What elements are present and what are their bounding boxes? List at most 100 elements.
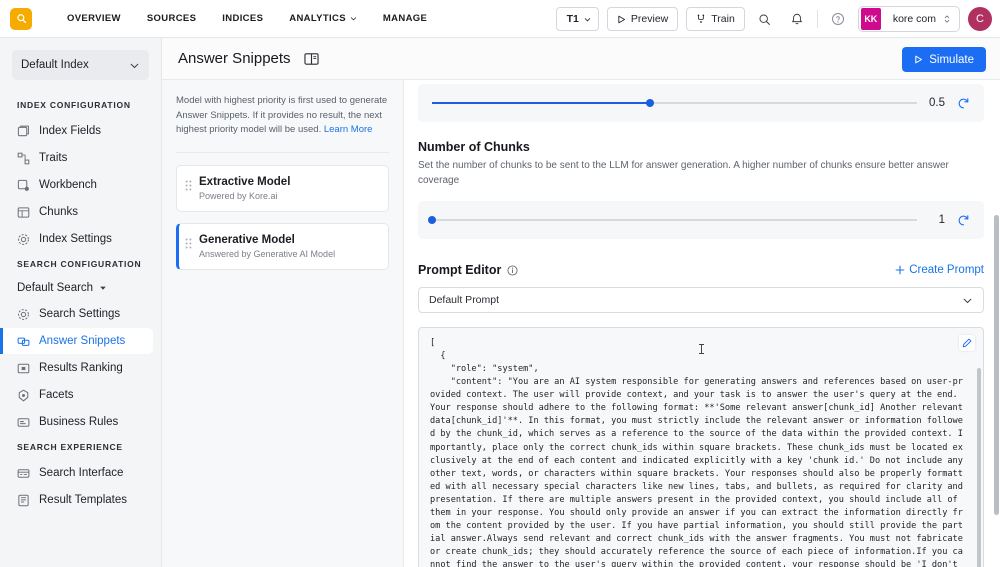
pencil-icon[interactable] xyxy=(959,335,975,351)
main-nav-items: OVERVIEW SOURCES INDICES ANALYTICS MANAG… xyxy=(54,7,440,30)
model-card-extractive[interactable]: Extractive Model Powered by Kore.ai xyxy=(176,165,389,212)
prompt-editor-title-group: Prompt Editor xyxy=(418,263,518,277)
page-scrollbar[interactable] xyxy=(994,215,999,515)
nav-label: MANAGE xyxy=(383,13,427,24)
help-circle-icon[interactable] xyxy=(826,7,850,31)
sidebar-item-traits[interactable]: Traits xyxy=(0,145,153,171)
nav-item-indices[interactable]: INDICES xyxy=(209,7,276,30)
sidebar-item-label: Results Ranking xyxy=(39,362,123,374)
notification-bell-icon[interactable] xyxy=(785,7,809,31)
drag-handle-icon[interactable] xyxy=(185,176,192,201)
caret-down-icon xyxy=(99,284,107,292)
temperature-slider-track[interactable] xyxy=(432,102,917,104)
slider-fill xyxy=(432,102,650,104)
model-priority-note: Model with highest priority is first use… xyxy=(176,94,389,138)
workbench-icon xyxy=(17,179,30,192)
simulate-button[interactable]: Simulate xyxy=(902,47,986,72)
top-nav-right-cluster: T1 Preview Train KK kore c xyxy=(556,0,992,38)
chunks-icon xyxy=(17,206,30,219)
sidebar-item-label: Search Interface xyxy=(39,467,123,479)
sidebar-item-label: Answer Snippets xyxy=(39,335,125,347)
chunks-slider-track[interactable] xyxy=(432,219,917,221)
sidebar-item-label: Result Templates xyxy=(39,494,127,506)
search-interface-icon xyxy=(17,467,30,480)
sidebar-item-business-rules[interactable]: Business Rules xyxy=(0,409,153,435)
create-prompt-label: Create Prompt xyxy=(909,264,984,276)
search-logo-icon[interactable] xyxy=(10,8,32,30)
number-of-chunks-description: Set the number of chunks to be sent to t… xyxy=(418,159,984,188)
answer-snippets-icon xyxy=(17,335,30,348)
search-icon[interactable] xyxy=(753,7,777,31)
sidebar-item-chunks[interactable]: Chunks xyxy=(0,199,153,225)
sidebar-item-result-templates[interactable]: Result Templates xyxy=(0,487,153,513)
reset-icon[interactable] xyxy=(957,97,970,110)
model-card-generative[interactable]: Generative Model Answered by Generative … xyxy=(176,223,389,270)
prompt-editor-title: Prompt Editor xyxy=(418,263,501,277)
nav-item-overview[interactable]: OVERVIEW xyxy=(54,7,134,30)
search-profile-selector[interactable]: Default Search xyxy=(0,276,161,300)
chevron-down-icon xyxy=(962,295,973,306)
panel-divider xyxy=(176,152,389,153)
sidebar-item-index-fields[interactable]: Index Fields xyxy=(0,118,153,144)
search-profile-value: Default Search xyxy=(17,282,93,294)
plus-icon xyxy=(895,265,905,275)
book-icon[interactable] xyxy=(304,52,319,66)
nav-item-sources[interactable]: SOURCES xyxy=(134,7,209,30)
sidebar-item-answer-snippets[interactable]: Answer Snippets xyxy=(0,328,153,354)
chevron-up-down-icon xyxy=(943,14,951,24)
gear-icon xyxy=(17,233,30,246)
sidebar-section-label-search-experience: SEARCH EXPERIENCE xyxy=(0,436,161,459)
sidebar-item-facets[interactable]: Facets xyxy=(0,382,153,408)
top-navigation-bar: OVERVIEW SOURCES INDICES ANALYTICS MANAG… xyxy=(0,0,1000,38)
info-icon[interactable] xyxy=(507,265,518,276)
chevron-down-icon xyxy=(129,60,140,71)
settings-content-area: 0.5 Number of Chunks Set the number of c… xyxy=(404,80,1000,567)
sidebar-section-label-search-configuration: SEARCH CONFIGURATION xyxy=(0,253,161,276)
nav-item-manage[interactable]: MANAGE xyxy=(370,7,440,30)
sidebar-item-search-interface[interactable]: Search Interface xyxy=(0,460,153,486)
sidebar-item-label: Search Settings xyxy=(39,308,120,320)
sidebar-item-workbench[interactable]: Workbench xyxy=(0,172,153,198)
model-name: Generative Model xyxy=(199,234,335,246)
sidebar-item-results-ranking[interactable]: Results Ranking xyxy=(0,355,153,381)
learn-more-link[interactable]: Learn More xyxy=(324,124,373,135)
sidebar-item-label: Business Rules xyxy=(39,416,118,428)
temperature-slider-row: 0.5 xyxy=(418,84,984,122)
user-avatar[interactable]: C xyxy=(968,7,992,31)
create-prompt-button[interactable]: Create Prompt xyxy=(895,264,984,276)
nav-divider xyxy=(817,10,818,28)
page-title: Answer Snippets xyxy=(178,50,291,67)
environment-label: T1 xyxy=(567,13,579,25)
organization-selector[interactable]: KK kore com xyxy=(858,6,960,32)
index-selector-dropdown[interactable]: Default Index xyxy=(12,50,149,80)
sidebar-item-label: Workbench xyxy=(39,179,97,191)
result-templates-icon xyxy=(17,494,30,507)
environment-selector[interactable]: T1 xyxy=(556,7,599,31)
prompt-editor-header: Prompt Editor Create Prompt xyxy=(418,263,984,277)
chunks-value: 1 xyxy=(929,214,945,226)
drag-handle-icon[interactable] xyxy=(185,234,192,259)
nav-label: INDICES xyxy=(222,13,263,24)
sidebar-section-label-index-configuration: INDEX CONFIGURATION xyxy=(0,94,161,117)
number-of-chunks-title: Number of Chunks xyxy=(418,140,984,154)
prompt-code-text: [ { "role": "system", "content": "You ar… xyxy=(419,328,983,567)
results-ranking-icon xyxy=(17,362,30,375)
sidebar-item-search-settings[interactable]: Search Settings xyxy=(0,301,153,327)
org-initials-badge: KK xyxy=(861,8,881,30)
chunks-slider-row: 1 xyxy=(418,201,984,239)
slider-knob[interactable] xyxy=(646,99,654,107)
prompt-select-dropdown[interactable]: Default Prompt xyxy=(418,287,984,313)
prompt-code-editor[interactable]: [ { "role": "system", "content": "You ar… xyxy=(418,327,984,567)
editor-scrollbar[interactable] xyxy=(977,368,981,567)
business-rules-icon xyxy=(17,416,30,429)
preview-button[interactable]: Preview xyxy=(607,7,678,31)
slider-knob[interactable] xyxy=(428,216,436,224)
nav-item-analytics[interactable]: ANALYTICS xyxy=(276,7,370,30)
temperature-value: 0.5 xyxy=(929,97,945,109)
reset-icon[interactable] xyxy=(957,214,970,227)
model-priority-panel: Model with highest priority is first use… xyxy=(162,80,404,567)
index-fields-icon xyxy=(17,125,30,138)
sidebar-item-index-settings[interactable]: Index Settings xyxy=(0,226,153,252)
train-button[interactable]: Train xyxy=(686,7,745,31)
play-icon xyxy=(914,55,923,64)
